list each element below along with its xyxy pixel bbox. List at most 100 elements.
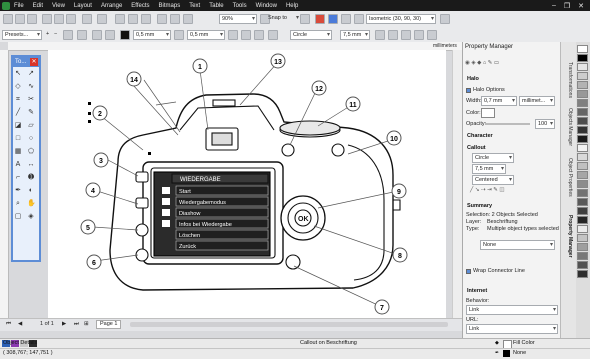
restore-icon[interactable]: ❐ xyxy=(564,2,570,10)
halo-color-swatch[interactable] xyxy=(481,108,495,118)
dock-tab-object-properties[interactable]: Object Properties xyxy=(563,158,573,197)
crop-tool-icon[interactable]: ⌗ xyxy=(14,96,22,104)
cut-icon[interactable] xyxy=(42,14,52,24)
palette-swatch[interactable] xyxy=(577,216,588,224)
pick-tool-icon[interactable]: ↖ xyxy=(14,70,22,78)
palette-swatch[interactable] xyxy=(577,144,588,152)
palette-swatch[interactable] xyxy=(577,99,588,107)
shape-tool-icon[interactable]: ◇ xyxy=(14,83,22,91)
halo-header[interactable]: Halo xyxy=(467,76,479,82)
pm-tab-icons[interactable]: ◉ ◈ ◆ ⌂ ✎ ▭ xyxy=(465,60,499,66)
outline-color-swatch[interactable] xyxy=(503,350,510,357)
palette-swatch[interactable] xyxy=(577,198,588,206)
outline-start-icon[interactable] xyxy=(105,30,115,40)
palette-swatch[interactable] xyxy=(577,153,588,161)
open-icon[interactable] xyxy=(15,14,25,24)
palette-swatch[interactable] xyxy=(577,90,588,98)
presets-dropdown[interactable]: Presets... xyxy=(2,30,42,40)
behavior-dropdown[interactable]: Link xyxy=(466,305,558,315)
palette-swatch[interactable] xyxy=(577,81,588,89)
close-icon[interactable]: ✕ xyxy=(578,2,584,10)
palette-swatch[interactable] xyxy=(577,117,588,125)
paste-icon[interactable] xyxy=(66,14,76,24)
palette-swatch[interactable] xyxy=(577,207,588,215)
export-icon[interactable] xyxy=(141,14,151,24)
vertical-ruler[interactable] xyxy=(0,50,9,320)
palette-swatch[interactable] xyxy=(577,135,588,143)
next-page-icon[interactable]: ▶ xyxy=(62,321,66,327)
menu-help[interactable]: Help xyxy=(286,3,298,9)
menu-view[interactable]: View xyxy=(52,3,65,9)
menu-bitmaps[interactable]: Bitmaps xyxy=(159,3,181,9)
arrowhead-icon[interactable] xyxy=(228,30,238,40)
link-icon[interactable] xyxy=(388,30,398,40)
wrap-text-icon[interactable] xyxy=(401,30,411,40)
url-field[interactable]: Link xyxy=(466,324,558,334)
palette-swatch[interactable] xyxy=(577,189,588,197)
line-tool-icon[interactable]: ╱ xyxy=(14,109,22,117)
halo-width-field[interactable]: 0,7 mm xyxy=(481,96,517,106)
import-icon[interactable] xyxy=(128,14,138,24)
align-icon[interactable] xyxy=(414,30,424,40)
palette-swatch[interactable] xyxy=(577,63,588,71)
palette-swatch[interactable] xyxy=(577,72,588,80)
dock-tab-objects-manager[interactable]: Objects Manager xyxy=(563,108,573,146)
callout-style-icons[interactable]: ╱ ↘ ⇢ ⇥ ✎ ◫ xyxy=(470,187,505,193)
callout-tool-icon[interactable]: ➊ xyxy=(27,174,35,182)
palette-swatch[interactable] xyxy=(577,54,588,62)
selection-handle[interactable] xyxy=(88,112,91,115)
halo-icon[interactable] xyxy=(174,30,184,40)
remove-preset-icon[interactable]: − xyxy=(54,31,57,37)
last-page-icon[interactable]: ⏭ xyxy=(74,321,79,328)
knife-tool-icon[interactable]: ✂ xyxy=(27,96,35,104)
lock-ratio-icon[interactable] xyxy=(375,30,385,40)
close-icon[interactable]: ✕ xyxy=(30,58,38,66)
smooth-tool-icon[interactable]: ∿ xyxy=(27,83,35,91)
view-settings-icon[interactable] xyxy=(440,14,450,24)
palette-swatch[interactable] xyxy=(577,270,588,278)
horizontal-scrollbar[interactable] xyxy=(130,322,448,327)
arrowhead-end-icon[interactable] xyxy=(241,30,251,40)
menu-edit[interactable]: Edit xyxy=(33,3,43,9)
menu-tools[interactable]: Tools xyxy=(233,3,247,9)
options-icon[interactable] xyxy=(300,14,310,24)
callout-align-select[interactable]: Centered xyxy=(472,175,514,185)
camera-illustration[interactable]: WIEDERGABE Start Wiedergabemodus Diashow… xyxy=(48,50,452,318)
halo-options-checkbox[interactable] xyxy=(466,88,471,93)
halo-width-unit-dropdown[interactable]: millimet... xyxy=(519,96,555,106)
snap-to-dropdown[interactable]: Snap to xyxy=(266,14,300,24)
transparency-icon[interactable]: ◐ xyxy=(27,187,35,195)
summary-header[interactable]: Summary xyxy=(467,203,492,209)
outline-color-icon[interactable] xyxy=(120,30,130,40)
zoom-level-dropdown[interactable]: 90% xyxy=(219,14,257,24)
hand-tool-icon[interactable]: ✋ xyxy=(27,200,36,208)
palette-swatch[interactable] xyxy=(577,126,588,134)
text-tool-icon[interactable]: A xyxy=(14,161,22,169)
palette-swatch[interactable] xyxy=(577,252,588,260)
opacity-field[interactable]: 100 xyxy=(535,119,555,129)
outline-width-dropdown[interactable]: 0,5 mm xyxy=(133,30,171,40)
freehand-pick-icon[interactable]: ↗ xyxy=(27,70,35,78)
add-preset-icon[interactable]: + xyxy=(46,31,49,37)
publish-pdf-icon[interactable] xyxy=(157,14,167,24)
page-tab[interactable]: Page 1 xyxy=(96,320,122,329)
palette-swatch[interactable] xyxy=(577,234,588,242)
save-icon[interactable] xyxy=(27,14,37,24)
menu-effects[interactable]: Effects xyxy=(131,3,149,9)
isometric-view-dropdown[interactable]: Isometric (30, 90, 30) xyxy=(366,14,436,24)
menu-table[interactable]: Table xyxy=(209,3,223,9)
prev-page-icon[interactable]: ◀ xyxy=(18,321,22,327)
dock-tab-property-manager[interactable]: Property Manager xyxy=(563,215,573,258)
first-page-icon[interactable]: ⏮ xyxy=(6,321,11,328)
undo-icon[interactable] xyxy=(82,14,92,24)
copy-icon[interactable] xyxy=(54,14,64,24)
welcome-screen-icon[interactable] xyxy=(183,14,193,24)
minimize-icon[interactable]: – xyxy=(552,2,556,10)
callout-shape-dropdown[interactable]: Circle xyxy=(290,30,332,40)
callout-size-input[interactable]: 7,5 mm xyxy=(472,164,506,174)
wrap-connector-checkbox[interactable] xyxy=(466,269,471,274)
selection-handle[interactable] xyxy=(88,102,91,105)
pen-tool-icon[interactable]: ✎ xyxy=(27,109,35,117)
search-icon[interactable] xyxy=(115,14,125,24)
redo-icon[interactable] xyxy=(97,14,107,24)
